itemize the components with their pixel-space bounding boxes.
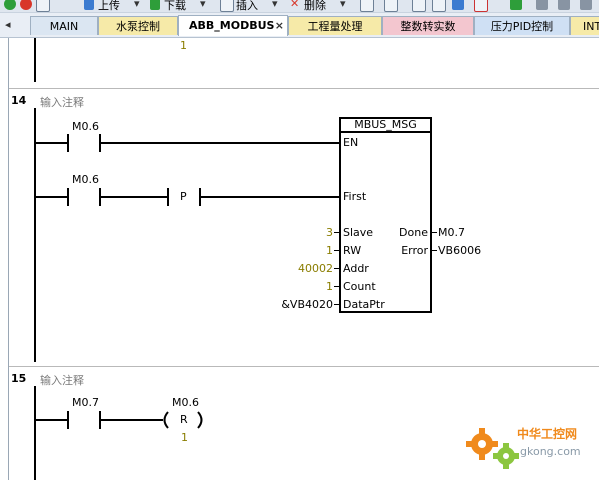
toolbar: 上传 ▾ 下载 ▾ 插入 ▾ ✕ 删除 ▾ xyxy=(0,0,599,13)
dataptr-value[interactable]: &VB4020 xyxy=(240,299,333,311)
tab-engineering-process[interactable]: 工程量处理 xyxy=(288,16,382,35)
network-separator xyxy=(9,88,599,89)
scroll-left-icon[interactable]: ◂ xyxy=(5,18,11,31)
download-button[interactable]: 下载 xyxy=(164,0,186,12)
wire xyxy=(34,196,67,198)
pin-en: EN xyxy=(343,136,359,149)
wire xyxy=(99,419,163,421)
stop-icon[interactable] xyxy=(20,0,32,10)
pdf-icon[interactable] xyxy=(474,0,488,12)
pin-done: Done xyxy=(399,226,428,239)
delete-icon[interactable]: ✕ xyxy=(290,0,299,11)
network-delete-icon[interactable] xyxy=(384,0,398,12)
tab-abb-modbus[interactable]: ABB_MODBUS × xyxy=(178,15,288,36)
network-separator xyxy=(9,366,599,367)
contact-operand[interactable]: M0.7 xyxy=(72,397,99,409)
pin-rw: RW xyxy=(343,244,362,257)
download-icon[interactable] xyxy=(150,0,160,10)
power-rail xyxy=(34,38,36,82)
goto-icon[interactable] xyxy=(510,0,522,10)
block-title: MBUS_MSG xyxy=(354,118,417,131)
window2-icon[interactable] xyxy=(432,0,446,12)
tab-int[interactable]: INT xyxy=(570,16,599,35)
pin-tick xyxy=(334,268,340,269)
editor-gutter xyxy=(0,38,9,480)
pin-tick xyxy=(334,250,340,251)
chevron-down-icon[interactable]: ▾ xyxy=(272,0,278,11)
delete-button[interactable]: 删除 xyxy=(304,0,326,12)
contact-bar[interactable] xyxy=(67,134,69,152)
tab-main[interactable]: MAIN xyxy=(30,16,98,35)
count-value[interactable]: 1 xyxy=(260,281,333,293)
coil-operand[interactable]: M0.6 xyxy=(172,397,199,409)
watermark-name: 中华工控网 xyxy=(517,427,578,441)
coil-count[interactable]: 1 xyxy=(181,432,188,444)
block-title-divider xyxy=(339,131,432,133)
error-value[interactable]: VB6006 xyxy=(438,245,481,257)
contact-operand[interactable]: M0.6 xyxy=(72,174,99,186)
run-icon[interactable] xyxy=(4,0,16,10)
network-comment[interactable]: 输入注释 xyxy=(40,94,84,110)
p-contact-bar[interactable] xyxy=(167,188,169,206)
network-comment[interactable]: 输入注释 xyxy=(40,372,84,388)
protect-icon[interactable] xyxy=(580,0,592,10)
network-number: 14 xyxy=(11,94,27,107)
prev-network-value: 1 xyxy=(180,39,187,52)
pin-tick xyxy=(334,304,340,305)
upload-button[interactable]: 上传 xyxy=(98,0,120,12)
chevron-down-icon[interactable]: ▾ xyxy=(134,0,140,11)
contact-bar[interactable] xyxy=(67,188,69,206)
contact-bar[interactable] xyxy=(67,411,69,429)
wire xyxy=(34,142,67,144)
pin-tick xyxy=(334,232,340,233)
pin-count: Count xyxy=(343,280,376,293)
chevron-down-icon[interactable]: ▾ xyxy=(340,0,346,11)
unlock-icon[interactable] xyxy=(558,0,570,10)
lock-icon[interactable] xyxy=(536,0,548,10)
power-rail xyxy=(34,108,36,362)
pin-error: Error xyxy=(401,244,428,257)
network-number: 15 xyxy=(11,372,27,385)
coil-type: R xyxy=(180,413,188,426)
wire xyxy=(34,419,67,421)
insert-button[interactable]: 插入 xyxy=(236,0,258,12)
wire xyxy=(99,142,341,144)
power-rail xyxy=(34,386,36,480)
rw-value[interactable]: 1 xyxy=(260,245,333,257)
pin-addr: Addr xyxy=(343,262,369,275)
pin-dataptr: DataPtr xyxy=(343,298,385,311)
wire xyxy=(199,196,341,198)
addr-value[interactable]: 40002 xyxy=(260,263,333,275)
pin-tick xyxy=(431,250,437,251)
pin-slave: Slave xyxy=(343,226,374,239)
close-icon[interactable]: × xyxy=(275,16,284,35)
save-icon[interactable] xyxy=(452,0,464,10)
pin-tick xyxy=(431,232,437,233)
network-icon[interactable] xyxy=(360,0,374,12)
contact-operand[interactable]: M0.6 xyxy=(72,121,99,133)
compile-icon[interactable] xyxy=(36,0,50,12)
insert-icon[interactable] xyxy=(220,0,234,12)
tab-pump-control[interactable]: 水泵控制 xyxy=(98,16,178,35)
upload-icon[interactable] xyxy=(84,0,94,10)
done-value[interactable]: M0.7 xyxy=(438,227,465,239)
slave-value[interactable]: 3 xyxy=(260,227,333,239)
tab-int-to-real[interactable]: 整数转实数 xyxy=(382,16,474,35)
watermark-url: gkong.com xyxy=(520,445,581,458)
chevron-down-icon[interactable]: ▾ xyxy=(200,0,206,11)
tab-pressure-pid[interactable]: 压力PID控制 xyxy=(474,16,570,35)
window-icon[interactable] xyxy=(412,0,426,12)
wire xyxy=(99,196,167,198)
pin-tick xyxy=(334,286,340,287)
pin-first: First xyxy=(343,190,367,203)
tab-bar: ◂ MAIN 水泵控制 ABB_MODBUS × 工程量处理 整数转实数 压力PI… xyxy=(0,13,599,38)
p-contact-label[interactable]: P xyxy=(180,191,187,203)
